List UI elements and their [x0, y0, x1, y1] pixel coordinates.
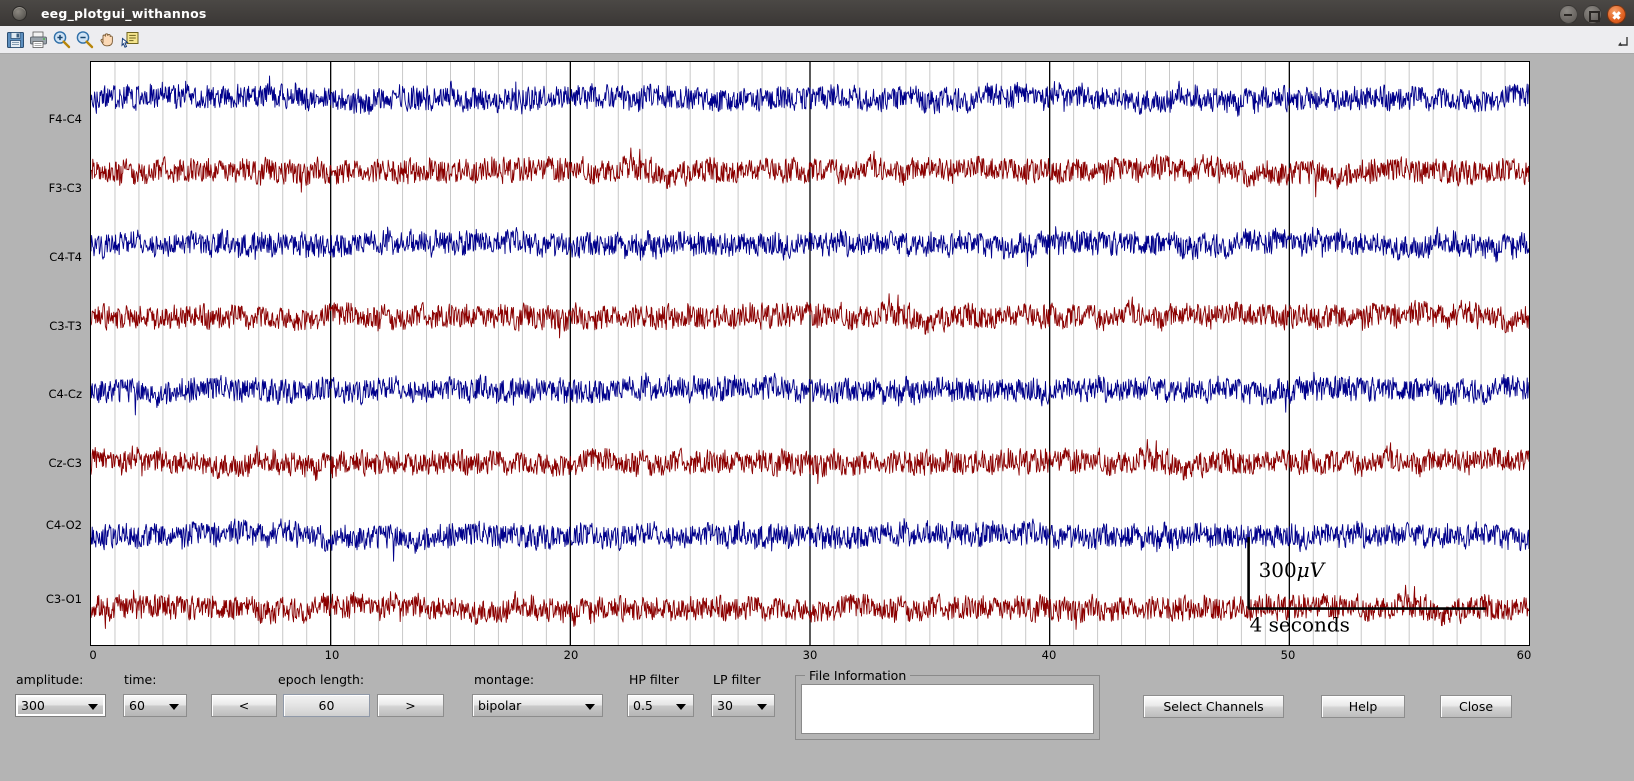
window-menu-icon[interactable] — [12, 5, 27, 21]
channel-label-c4-cz: C4-Cz — [48, 387, 82, 401]
time-dropdown[interactable]: 60 — [123, 694, 187, 717]
help-label: Help — [1348, 699, 1378, 714]
montage-value: bipolar — [478, 698, 522, 713]
minimize-button[interactable] — [1559, 5, 1578, 24]
eeg-traces-svg: 300 μV 4 seconds — [91, 62, 1529, 645]
epoch-length-value: 60 — [318, 698, 335, 713]
toolbar — [0, 26, 1634, 54]
select-channels-button[interactable]: Select Channels — [1143, 695, 1284, 718]
chevron-down-icon — [757, 704, 767, 710]
chevron-down-icon — [88, 704, 98, 710]
channel-label-f3-c3: F3-C3 — [48, 181, 82, 195]
x-tick-0: 0 — [89, 648, 97, 662]
channel-label-f4-c4: F4-C4 — [48, 112, 82, 126]
x-tick-30: 30 — [802, 648, 818, 662]
scale-bar-amplitude-unit: μV — [1297, 558, 1327, 582]
file-information-group: File Information — [795, 668, 1100, 740]
epoch-length-label: epoch length: — [278, 672, 365, 687]
title-bar: eeg_plotgui_withannos — [0, 0, 1634, 27]
amplitude-label: amplitude: — [16, 672, 84, 687]
file-information-field[interactable] — [801, 684, 1094, 734]
annotation-icon[interactable] — [120, 29, 141, 50]
pan-icon[interactable] — [97, 29, 118, 50]
montage-dropdown[interactable]: bipolar — [472, 694, 603, 717]
zoom-in-icon[interactable] — [51, 29, 72, 50]
amplitude-value: 300 — [21, 698, 45, 713]
eeg-plot-canvas[interactable]: 300 μV 4 seconds — [90, 61, 1530, 646]
x-tick-20: 20 — [563, 648, 579, 662]
close-window-button[interactable] — [1607, 5, 1626, 24]
resize-grip-icon[interactable] — [1616, 33, 1629, 46]
channel-label-c4-o2: C4-O2 — [45, 518, 82, 532]
epoch-length-input[interactable]: 60 — [283, 694, 370, 717]
previous-epoch-label: < — [238, 698, 250, 713]
help-button[interactable]: Help — [1321, 695, 1405, 718]
hp-filter-label: HP filter — [629, 672, 679, 687]
select-channels-label: Select Channels — [1163, 699, 1264, 714]
amplitude-dropdown[interactable]: 300 — [15, 694, 106, 717]
chevron-down-icon — [169, 704, 179, 710]
x-tick-50: 50 — [1280, 648, 1296, 662]
save-icon[interactable] — [5, 29, 26, 50]
eeg-plot-area[interactable]: 300 μV 4 seconds — [90, 61, 1530, 646]
print-icon[interactable] — [28, 29, 49, 50]
lp-filter-label: LP filter — [713, 672, 761, 687]
next-epoch-button[interactable]: > — [377, 694, 444, 717]
maximize-button[interactable] — [1583, 5, 1602, 24]
x-tick-10: 10 — [324, 648, 340, 662]
window-buttons — [1559, 5, 1626, 24]
x-tick-60: 60 — [1516, 648, 1532, 662]
channel-label-c3-t3: C3-T3 — [49, 319, 82, 333]
chevron-down-icon — [676, 704, 686, 710]
lp-filter-value: 30 — [717, 698, 733, 713]
x-tick-40: 40 — [1041, 648, 1057, 662]
window-title: eeg_plotgui_withannos — [41, 5, 207, 21]
channel-label-cz-c3: Cz-C3 — [48, 456, 82, 470]
time-value: 60 — [129, 698, 145, 713]
channel-label-c3-o1: C3-O1 — [45, 592, 82, 606]
channel-label-c4-t4: C4-T4 — [49, 250, 82, 264]
time-label: time: — [124, 672, 157, 687]
lp-filter-dropdown[interactable]: 30 — [711, 694, 775, 717]
close-button[interactable]: Close — [1440, 695, 1512, 718]
hp-filter-dropdown[interactable]: 0.5 — [627, 694, 694, 717]
chevron-down-icon — [585, 704, 595, 710]
scale-bar-time-label: 4 seconds — [1250, 613, 1350, 637]
scale-bar-amplitude-label: 300 — [1259, 558, 1297, 582]
file-information-label: File Information — [805, 668, 911, 683]
channel-label-column: F4-C4 F3-C3 C4-T4 C3-T3 C4-Cz Cz-C3 C4-O… — [0, 61, 88, 646]
previous-epoch-button[interactable]: < — [211, 694, 277, 717]
eeg-plot-gui-window: eeg_plotgui_withannos F4-C4 F3-C3 C4-T4 … — [0, 0, 1634, 781]
next-epoch-label: > — [405, 698, 416, 713]
hp-filter-value: 0.5 — [633, 698, 653, 713]
zoom-out-icon[interactable] — [74, 29, 95, 50]
close-label: Close — [1458, 699, 1494, 714]
montage-label: montage: — [474, 672, 535, 687]
time-axis-labels: 0 10 20 30 40 50 60 — [0, 648, 1634, 666]
